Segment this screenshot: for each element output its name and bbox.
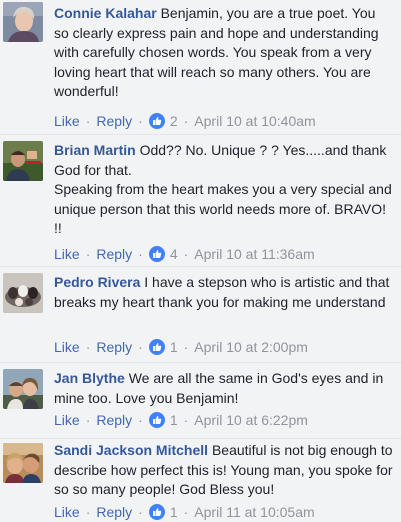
comment-timestamp[interactable]: April 10 at 2:00pm (194, 338, 308, 356)
separator: · (138, 113, 143, 129)
comment-author[interactable]: Jan Blythe (54, 370, 125, 386)
comment: Connie Kalahar Benjamin, you are a true … (0, 0, 401, 134)
comment-actions: Like · Reply · 1 · April 10 at 6:22pm (54, 411, 308, 429)
reaction-count[interactable]: 1 (170, 411, 178, 429)
like-link[interactable]: Like (54, 338, 80, 356)
avatar-photo-icon (3, 2, 43, 42)
separator: · (138, 339, 143, 355)
like-link[interactable]: Like (54, 411, 80, 429)
comment-body: Jan Blythe We are all the same in God's … (54, 369, 394, 408)
comment-timestamp[interactable]: April 10 at 11:36am (194, 245, 314, 263)
comment-body: Pedro Rivera I have a stepson who is art… (54, 273, 394, 312)
reaction-count[interactable]: 2 (170, 112, 178, 130)
avatar[interactable] (3, 273, 43, 313)
comment-body: Brian Martin Odd?? No. Unique ? ? Yes...… (54, 141, 394, 239)
like-link[interactable]: Like (54, 112, 80, 130)
separator: · (183, 412, 189, 428)
reaction-count[interactable]: 4 (170, 245, 178, 263)
thumbs-up-icon (148, 412, 165, 428)
reply-link[interactable]: Reply (96, 411, 132, 429)
comment-timestamp[interactable]: April 10 at 6:22pm (194, 411, 308, 429)
comment-actions: Like · Reply · 1 · April 11 at 10:05am (54, 503, 315, 521)
comment: Brian Martin Odd?? No. Unique ? ? Yes...… (0, 134, 401, 267)
thumbs-up-icon (148, 113, 165, 129)
separator: · (138, 246, 143, 262)
separator: · (85, 504, 91, 520)
thumbs-up-icon (148, 339, 165, 355)
reaction-count[interactable]: 1 (170, 503, 178, 521)
reply-link[interactable]: Reply (96, 338, 132, 356)
avatar-photo-icon (3, 443, 43, 483)
avatar-photo-icon (3, 141, 43, 181)
separator: · (85, 113, 91, 129)
comment-timestamp[interactable]: April 10 at 10:40am (194, 112, 315, 130)
thumbs-up-icon (148, 246, 165, 262)
separator: · (85, 412, 91, 428)
like-link[interactable]: Like (54, 245, 80, 263)
comment: Pedro Rivera I have a stepson who is art… (0, 266, 401, 363)
comment: Sandi Jackson Mitchell Beautiful is not … (0, 438, 401, 522)
comment: Jan Blythe We are all the same in God's … (0, 362, 401, 439)
comment-author[interactable]: Sandi Jackson Mitchell (54, 442, 208, 458)
reply-link[interactable]: Reply (96, 112, 132, 130)
comment-body: Sandi Jackson Mitchell Beautiful is not … (54, 441, 394, 500)
separator: · (183, 246, 189, 262)
avatar[interactable] (3, 2, 43, 42)
separator: · (138, 504, 143, 520)
avatar[interactable] (3, 141, 43, 181)
reply-link[interactable]: Reply (96, 503, 132, 521)
avatar-photo-icon (3, 273, 43, 313)
separator: · (183, 339, 189, 355)
comment-author[interactable]: Brian Martin (54, 142, 136, 158)
comment-actions: Like · Reply · 4 · April 10 at 11:36am (54, 245, 315, 263)
like-link[interactable]: Like (54, 503, 80, 521)
thumbs-up-icon (148, 504, 165, 520)
separator: · (183, 113, 189, 129)
avatar-photo-icon (3, 369, 43, 409)
comment-list: Connie Kalahar Benjamin, you are a true … (0, 0, 401, 522)
comment-body: Connie Kalahar Benjamin, you are a true … (54, 4, 394, 102)
reply-link[interactable]: Reply (96, 245, 132, 263)
reaction-count[interactable]: 1 (170, 338, 178, 356)
separator: · (183, 504, 189, 520)
separator: · (138, 412, 143, 428)
comment-author[interactable]: Pedro Rivera (54, 274, 140, 290)
comment-author[interactable]: Connie Kalahar (54, 5, 157, 21)
separator: · (85, 246, 91, 262)
comment-actions: Like · Reply · 2 · April 10 at 10:40am (54, 112, 316, 130)
avatar[interactable] (3, 369, 43, 409)
avatar[interactable] (3, 443, 43, 483)
comment-actions: Like · Reply · 1 · April 10 at 2:00pm (54, 338, 308, 356)
comment-timestamp[interactable]: April 11 at 10:05am (194, 503, 314, 521)
separator: · (85, 339, 91, 355)
